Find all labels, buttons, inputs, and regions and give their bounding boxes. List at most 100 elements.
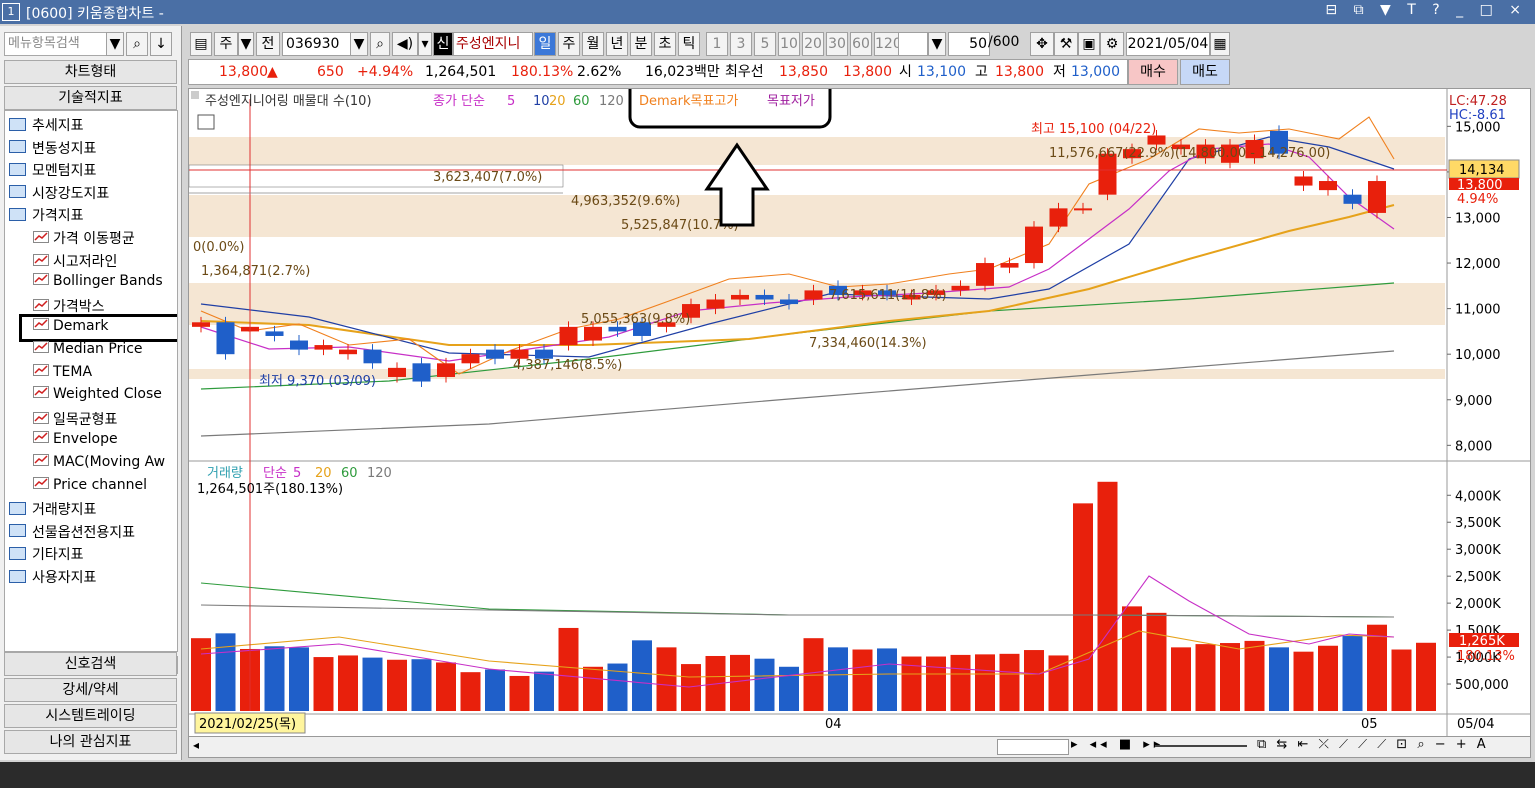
indicator-tree[interactable]: 추세지표변동성지표 모멘텀지표시장강도지표가격지표가격 이동평균시고저라인 Boll… <box>4 110 178 652</box>
draw-tools-icon[interactable]: ⚒ <box>1054 32 1078 56</box>
prev-button[interactable]: 전 <box>256 32 280 56</box>
tree-folder[interactable]: 선물옵션전용지표 <box>9 522 135 542</box>
interval-button[interactable]: 3 <box>730 32 752 56</box>
speaker-dropdown-icon[interactable]: ▾ <box>418 32 432 56</box>
interval-button[interactable]: 10 <box>778 32 800 56</box>
tree-item[interactable]: Envelope <box>33 431 118 447</box>
menu-search-input[interactable]: 메뉴항목검색 <box>4 32 113 56</box>
tree-folder[interactable]: 가격지표 <box>9 205 84 225</box>
period-tab[interactable]: 분 <box>630 32 652 56</box>
playback-controls[interactable]: ▸ ◂◂ ■ ▸▸ <box>1071 737 1164 752</box>
interval-button[interactable]: 20 <box>802 32 824 56</box>
volume-bar <box>999 653 1020 711</box>
period-custom-input[interactable] <box>898 32 928 56</box>
stock-type-select[interactable]: 주 <box>214 32 238 56</box>
count-input[interactable]: 50 <box>948 32 990 56</box>
period-tab[interactable]: 초 <box>654 32 676 56</box>
volume-bar <box>264 646 285 711</box>
tree-item[interactable]: 시고저라인 <box>33 251 117 271</box>
tree-item[interactable]: Bollinger Bands <box>33 273 163 289</box>
chart-area[interactable]: 15,00014,00013,00012,00011,00010,0009,00… <box>188 88 1531 740</box>
tree-folder[interactable]: 변동성지표 <box>9 138 96 158</box>
interval-button[interactable]: 60 <box>850 32 872 56</box>
tree-item[interactable]: Price channel <box>33 476 147 493</box>
stock-code-input[interactable]: 036930 <box>282 32 353 56</box>
chart-tool-icons[interactable]: ⧉ ⇆ ⇤ ⤫ ⟋ ⟋ ⟋ ⊡ ⌕ − + A <box>1257 737 1489 752</box>
tree-folder[interactable]: 시장강도지표 <box>9 183 109 203</box>
search-icon[interactable]: ⌕ <box>126 32 148 56</box>
price-volume-chart[interactable]: 15,00014,00013,00012,00011,00010,0009,00… <box>189 89 1530 739</box>
signal-search-button[interactable]: 신호검색 <box>4 652 177 676</box>
volume-bar <box>828 647 848 711</box>
date-input[interactable]: 2021/05/04 <box>1126 32 1210 56</box>
chart-type-button[interactable]: 차트형태 <box>4 60 177 84</box>
chart-settings-icon[interactable]: ▤ <box>190 32 212 56</box>
line-chart-icon <box>33 363 49 376</box>
tree-item[interactable]: 가격 이동평균 <box>33 228 135 248</box>
calendar-icon[interactable]: ▦ <box>1210 32 1230 56</box>
tree-item[interactable]: 일목균형표 <box>33 409 117 429</box>
vol-ma60-line <box>200 582 1395 618</box>
y-tick-label: 11,000 <box>1455 303 1501 318</box>
line-chart-icon <box>33 298 49 311</box>
tree-item[interactable]: TEMA <box>33 363 92 380</box>
window-controls[interactable]: ⊟ ⧉ ▼ T ? _ □ × <box>1325 2 1527 18</box>
interval-button[interactable]: 5 <box>754 32 776 56</box>
period-tab[interactable]: 주 <box>558 32 580 56</box>
stock-type-dropdown-icon[interactable]: ▼ <box>238 32 254 56</box>
sell-button[interactable]: 매도 <box>1180 59 1230 85</box>
tree-item[interactable]: Median Price <box>33 341 143 357</box>
period-tab[interactable]: 년 <box>606 32 628 56</box>
candle-body <box>192 322 210 327</box>
my-indicator-button[interactable]: 나의 관심지표 <box>4 730 177 754</box>
best-ask-price: 13,800 <box>843 64 892 80</box>
period-tab[interactable]: 일 <box>534 32 556 56</box>
tree-folder[interactable]: 기타지표 <box>9 544 84 564</box>
tree-item[interactable]: 가격박스 <box>33 296 105 316</box>
tree-item[interactable]: Weighted Close <box>33 386 162 402</box>
tree-folder[interactable]: 사용자지표 <box>9 567 96 587</box>
volume-profile-label: 7,615,611(14.8%) <box>829 288 947 303</box>
candle-body <box>363 349 382 364</box>
tree-label: 추세지표 <box>32 118 84 134</box>
search-dropdown-icon[interactable]: ▼ <box>106 32 124 56</box>
period-tab[interactable]: 틱 <box>678 32 700 56</box>
candle-body <box>412 363 431 382</box>
stock-search-icon[interactable]: ⌕ <box>370 32 390 56</box>
window-title-bar: 1 [0600] 키움종합차트 - ⊟ ⧉ ▼ T ? _ □ × <box>0 0 1535 24</box>
tree-folder[interactable]: 모멘텀지표 <box>9 160 96 180</box>
save-icon[interactable]: ▣ <box>1078 32 1100 56</box>
speaker-icon[interactable]: ◀) <box>392 32 418 56</box>
zoom-slider[interactable] <box>1155 745 1247 747</box>
tree-label: 시장강도지표 <box>32 185 110 202</box>
download-icon[interactable]: ↓ <box>150 32 172 56</box>
volume-bar <box>509 675 530 711</box>
code-dropdown-icon[interactable]: ▼ <box>350 32 368 56</box>
scroll-left-icon[interactable]: ◂ <box>193 738 199 752</box>
y-tick-label: 500,000 <box>1455 678 1509 693</box>
interval-button[interactable]: 120 <box>874 32 902 56</box>
interval-button[interactable]: 30 <box>826 32 848 56</box>
volume-bar <box>485 669 505 711</box>
period-tab[interactable]: 월 <box>582 32 604 56</box>
buy-button[interactable]: 매수 <box>1128 59 1178 85</box>
tech-indicator-button[interactable]: 기술적지표 <box>4 86 177 110</box>
interval-button[interactable]: 1 <box>706 32 728 56</box>
volume-bar <box>632 640 652 711</box>
volume-bar <box>852 649 873 711</box>
chart-scroll-track[interactable] <box>997 739 1069 755</box>
table-icon[interactable] <box>197 114 215 130</box>
status-bar <box>0 762 1535 788</box>
high-label: 고 <box>975 64 988 80</box>
period-dropdown-icon[interactable]: ▼ <box>928 32 946 56</box>
tree-label: MAC(Moving Aw <box>53 454 166 470</box>
folder-icon <box>9 524 26 538</box>
tree-folder[interactable]: 거래량지표 <box>9 499 96 519</box>
crosshair-icon[interactable]: ✥ <box>1030 32 1054 56</box>
tree-item[interactable]: MAC(Moving Aw <box>33 454 165 470</box>
tree-folder[interactable]: 추세지표 <box>9 115 84 135</box>
demark-high-legend: Demark목표고가 <box>639 94 738 109</box>
gear-icon[interactable]: ⚙ <box>1100 32 1124 56</box>
strength-button[interactable]: 강세/약세 <box>4 678 177 702</box>
system-trading-button[interactable]: 시스템트레이딩 <box>4 704 177 728</box>
